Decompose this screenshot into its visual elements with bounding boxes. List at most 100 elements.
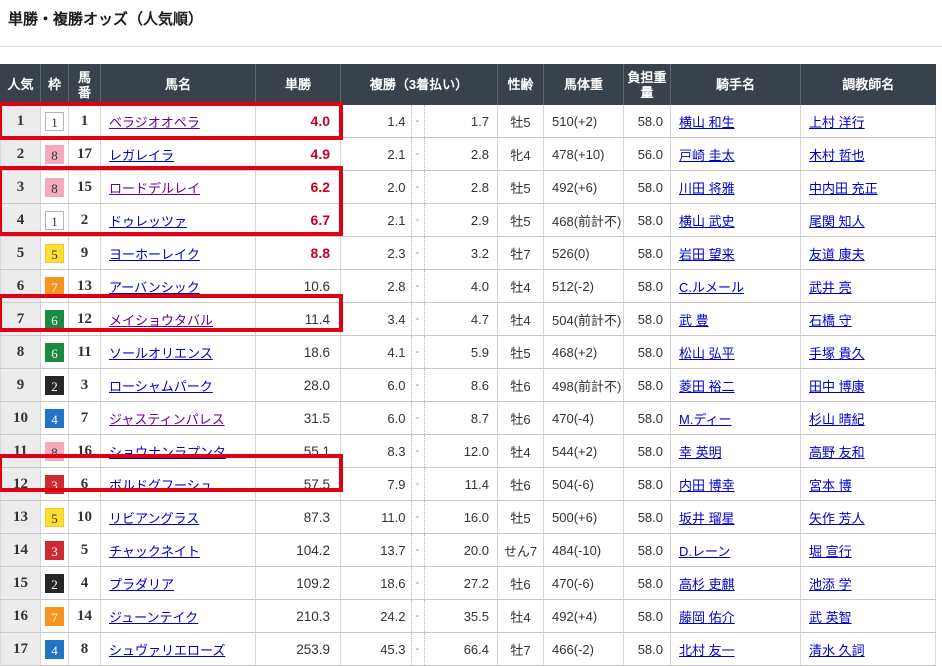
weight-cell: 468(前計不): [544, 204, 624, 237]
horse-name-link[interactable]: プラダリア: [109, 577, 174, 592]
frame-cell: 3: [41, 468, 69, 501]
rank-cell: 12: [1, 468, 41, 501]
place-odds-max: 1.7: [425, 114, 498, 129]
frame-badge: 1: [45, 211, 64, 230]
horse-name-link[interactable]: ヨーホーレイク: [109, 247, 200, 262]
place-odds-min: 6.0: [341, 378, 411, 393]
weight-cell: 466(-2): [544, 633, 624, 666]
place-odds-min: 7.9: [341, 477, 411, 492]
horse-name-link[interactable]: メイショウタバル: [109, 313, 213, 328]
trainer-link[interactable]: 矢作 芳人: [809, 511, 865, 526]
horse-name-link[interactable]: ベラジオオペラ: [109, 115, 200, 130]
load-cell: 58.0: [624, 600, 671, 633]
sex-age-cell: 牡7: [498, 633, 544, 666]
load-cell: 58.0: [624, 336, 671, 369]
horse-name-link[interactable]: リビアングラス: [109, 511, 199, 526]
place-odds-separator: -: [411, 336, 425, 368]
place-odds-max: 12.0: [425, 444, 498, 459]
rank-cell: 11: [1, 435, 41, 468]
load-cell: 58.0: [624, 534, 671, 567]
jockey-cell: 藤岡 佑介: [671, 600, 801, 633]
horse-name-cell: ロードデルレイ: [101, 171, 256, 204]
horse-name-link[interactable]: ソールオリエンス: [109, 346, 213, 361]
jockey-link[interactable]: D.レーン: [679, 544, 730, 559]
horse-name-link[interactable]: ロードデルレイ: [109, 181, 200, 196]
win-odds-cell: 10.6: [256, 270, 341, 303]
jockey-link[interactable]: 横山 和生: [679, 115, 735, 130]
horse-name-link[interactable]: レガレイラ: [109, 148, 174, 163]
horse-name-cell: メイショウタバル: [101, 303, 256, 336]
trainer-link[interactable]: 池添 学: [809, 577, 852, 592]
horse-name-cell: ジャスティンパレス: [101, 402, 256, 435]
jockey-link[interactable]: 坂井 瑠星: [679, 511, 735, 526]
horse-number-cell: 2: [69, 204, 101, 237]
table-row: 9 2 3 ローシャムパーク 28.0 6.0 - 8.6 牡6 498(前計不…: [1, 369, 936, 402]
jockey-link[interactable]: 内田 博幸: [679, 478, 735, 493]
jockey-cell: 高杉 吏麒: [671, 567, 801, 600]
place-odds-separator: -: [411, 468, 425, 500]
trainer-link[interactable]: 手塚 貴久: [809, 346, 865, 361]
jockey-link[interactable]: 戸崎 圭太: [679, 148, 735, 163]
frame-badge: 4: [45, 640, 64, 659]
rank-cell: 6: [1, 270, 41, 303]
jockey-link[interactable]: 松山 弘平: [679, 346, 735, 361]
jockey-link[interactable]: 藤岡 佑介: [679, 610, 735, 625]
place-odds-min: 11.0: [341, 510, 411, 525]
trainer-link[interactable]: 石橋 守: [809, 313, 852, 328]
frame-cell: 4: [41, 633, 69, 666]
col-header-place: 複勝（3着払い）: [341, 64, 498, 105]
weight-cell: 544(+2): [544, 435, 624, 468]
jockey-link[interactable]: 岩田 望来: [679, 247, 735, 262]
trainer-link[interactable]: 清水 久詞: [809, 643, 865, 658]
jockey-link[interactable]: 川田 将雅: [679, 181, 735, 196]
horse-name-link[interactable]: ローシャムパーク: [109, 379, 213, 394]
horse-name-link[interactable]: チャックネイト: [109, 544, 200, 559]
jockey-link[interactable]: 武 豊: [679, 313, 709, 328]
horse-name-link[interactable]: シュヴァリエローズ: [109, 643, 225, 658]
jockey-cell: 坂井 瑠星: [671, 501, 801, 534]
jockey-link[interactable]: 横山 武史: [679, 214, 735, 229]
jockey-link[interactable]: M.ディー: [679, 412, 732, 427]
trainer-link[interactable]: 木村 哲也: [809, 148, 865, 163]
table-row: 8 6 11 ソールオリエンス 18.6 4.1 - 5.9 牡5 468(+2…: [1, 336, 936, 369]
weight-cell: 512(-2): [544, 270, 624, 303]
trainer-link[interactable]: 武井 亮: [809, 280, 852, 295]
sex-age-cell: 牡4: [498, 270, 544, 303]
trainer-link[interactable]: 田中 博康: [809, 379, 865, 394]
place-odds-separator: -: [411, 105, 425, 137]
place-odds-cell: 24.2 - 35.5: [341, 600, 498, 633]
jockey-link[interactable]: 菱田 裕二: [679, 379, 735, 394]
jockey-link[interactable]: 幸 英明: [679, 445, 722, 460]
trainer-link[interactable]: 杉山 晴紀: [809, 412, 865, 427]
trainer-link[interactable]: 上村 洋行: [809, 115, 865, 130]
place-odds-separator: -: [411, 138, 425, 170]
table-row: 6 7 13 アーバンシック 10.6 2.8 - 4.0 牡4 512(-2)…: [1, 270, 936, 303]
sex-age-cell: 牡6: [498, 567, 544, 600]
jockey-link[interactable]: C.ルメール: [679, 280, 744, 295]
place-odds-cell: 13.7 - 20.0: [341, 534, 498, 567]
horse-number-cell: 9: [69, 237, 101, 270]
trainer-link[interactable]: 武 英智: [809, 610, 852, 625]
horse-name-link[interactable]: ジューンテイク: [109, 610, 198, 625]
jockey-link[interactable]: 高杉 吏麒: [679, 577, 735, 592]
load-cell: 56.0: [624, 138, 671, 171]
win-odds-cell: 6.7: [256, 204, 341, 237]
sex-age-cell: 牡4: [498, 435, 544, 468]
trainer-link[interactable]: 友道 康夫: [809, 247, 865, 262]
horse-name-link[interactable]: ドゥレッツァ: [109, 214, 187, 229]
horse-name-link[interactable]: アーバンシック: [109, 280, 200, 295]
frame-cell: 1: [41, 105, 69, 138]
trainer-link[interactable]: 宮本 博: [809, 478, 852, 493]
weight-cell: 510(+2): [544, 105, 624, 138]
horse-name-link[interactable]: ジャスティンパレス: [109, 412, 225, 427]
trainer-link[interactable]: 中内田 充正: [809, 181, 878, 196]
horse-name-link[interactable]: ショウナンラプンタ: [109, 445, 226, 460]
trainer-link[interactable]: 高野 友和: [809, 445, 865, 460]
col-header-sex-age: 性齢: [498, 64, 544, 105]
horse-name-link[interactable]: ボルドグフーシュ: [109, 478, 213, 493]
place-odds-min: 4.1: [341, 345, 411, 360]
table-row: 7 6 12 メイショウタバル 11.4 3.4 - 4.7 牡4 504(前計…: [1, 303, 936, 336]
trainer-link[interactable]: 堀 宣行: [809, 544, 852, 559]
trainer-link[interactable]: 尾関 知人: [809, 214, 865, 229]
jockey-link[interactable]: 北村 友一: [679, 643, 735, 658]
